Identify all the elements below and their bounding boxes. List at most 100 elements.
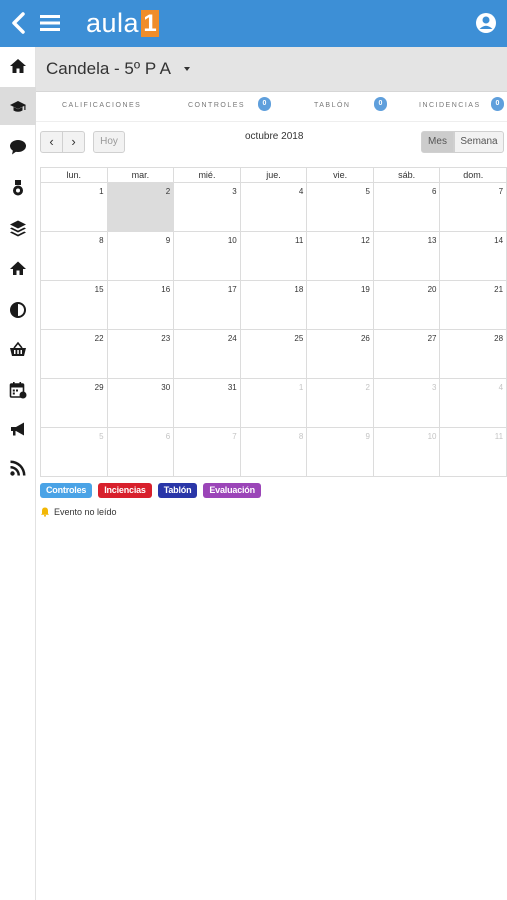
- unread-event-label: Evento no leído: [54, 507, 117, 517]
- megaphone-icon: [11, 422, 24, 436]
- calendar-day[interactable]: 14: [440, 232, 507, 280]
- calendar-day[interactable]: 30: [108, 379, 175, 427]
- student-name: Candela - 5º P A: [46, 59, 171, 78]
- calendar-day[interactable]: 3: [174, 183, 241, 231]
- tab-tablon[interactable]: TABLÓN: [314, 102, 351, 109]
- calendar-day[interactable]: 22: [41, 330, 108, 378]
- student-selector[interactable]: Candela - 5º P A: [36, 47, 507, 92]
- clock-icon: [10, 302, 26, 318]
- calendar-day-other-month[interactable]: 8: [241, 428, 308, 476]
- sidebar-item-subjects[interactable]: [0, 209, 36, 247]
- day-number: 6: [165, 432, 171, 441]
- unread-event-legend: Evento no leído: [40, 507, 117, 517]
- day-number: 11: [295, 236, 304, 245]
- calendar-week-row: 29 30 31 1 2 3 4: [40, 379, 507, 428]
- calendar-day-other-month[interactable]: 3: [374, 379, 441, 427]
- calendar-day[interactable]: 25: [241, 330, 308, 378]
- calendar-day[interactable]: 8: [41, 232, 108, 280]
- tab-calificaciones[interactable]: CALIFICACIONES: [62, 102, 141, 109]
- calendar-day[interactable]: 15: [41, 281, 108, 329]
- calendar-day[interactable]: 13: [374, 232, 441, 280]
- calendar-day[interactable]: 12: [307, 232, 374, 280]
- calendar-day-today[interactable]: 2: [107, 183, 175, 231]
- calendar-day[interactable]: 20: [374, 281, 441, 329]
- month-view-button[interactable]: Mes: [421, 131, 454, 153]
- next-month-button[interactable]: ›: [62, 131, 85, 153]
- weekday-label: mar.: [108, 168, 175, 182]
- calendar-day[interactable]: 26: [307, 330, 374, 378]
- calendar-day[interactable]: 7: [440, 183, 507, 231]
- calendar-day[interactable]: 29: [41, 379, 108, 427]
- calendar-day[interactable]: 21: [440, 281, 507, 329]
- user-account-icon[interactable]: [475, 12, 497, 34]
- calendar-day[interactable]: 28: [440, 330, 507, 378]
- calendar-day[interactable]: 11: [241, 232, 308, 280]
- home-icon: [10, 59, 26, 73]
- sidebar-item-canteen[interactable]: [0, 330, 36, 368]
- calendar-day[interactable]: 1: [41, 183, 108, 231]
- sidebar-item-schedule[interactable]: [0, 291, 36, 329]
- calendar-title: octubre 2018: [245, 131, 304, 142]
- calendar-day-other-month[interactable]: 10: [374, 428, 441, 476]
- day-number: 3: [232, 187, 237, 196]
- tab-controles[interactable]: CONTROLES: [188, 102, 245, 109]
- day-number: 9: [165, 236, 171, 245]
- day-number: 10: [227, 236, 237, 245]
- sidebar-item-feed[interactable]: [0, 449, 36, 487]
- calendar-day[interactable]: 18: [241, 281, 308, 329]
- calendar-day[interactable]: 31: [174, 379, 241, 427]
- calendar-day-other-month[interactable]: 2: [307, 379, 374, 427]
- back-arrow-icon[interactable]: [8, 9, 30, 37]
- week-view-button[interactable]: Semana: [454, 131, 504, 153]
- calendar-day[interactable]: 27: [374, 330, 441, 378]
- sidebar-item-home[interactable]: [0, 47, 36, 85]
- layers-icon: [10, 220, 26, 237]
- calendar-day[interactable]: 17: [174, 281, 241, 329]
- calendar-day[interactable]: 24: [174, 330, 241, 378]
- calendar-week-row: 5 6 7 8 9 10 11: [40, 428, 507, 477]
- previous-month-button[interactable]: ‹: [40, 131, 63, 153]
- day-number: 15: [94, 285, 104, 294]
- day-number: 5: [365, 187, 370, 196]
- day-number: 10: [427, 432, 437, 441]
- calendar-day[interactable]: 16: [108, 281, 175, 329]
- calendar-day-other-month[interactable]: 4: [440, 379, 507, 427]
- legend-tablon: Tablón: [157, 483, 198, 498]
- calendar-day[interactable]: 5: [307, 183, 374, 231]
- top-bar: aula 1: [0, 0, 507, 47]
- tab-incidencias[interactable]: INCIDENCIAS: [419, 102, 481, 109]
- day-number: 13: [427, 236, 437, 245]
- calendar-day[interactable]: 4: [241, 183, 308, 231]
- day-number: 30: [161, 383, 171, 392]
- calendar-day-other-month[interactable]: 5: [41, 428, 108, 476]
- weekday-label: lun.: [41, 168, 108, 182]
- day-number: 22: [94, 334, 104, 343]
- calendar-day[interactable]: 23: [108, 330, 175, 378]
- calendar-day-other-month[interactable]: 7: [174, 428, 241, 476]
- weekday-label: mié.: [174, 168, 241, 182]
- today-button[interactable]: Hoy: [93, 131, 125, 153]
- day-number: 28: [494, 334, 504, 343]
- sidebar-item-grades[interactable]: [0, 87, 36, 125]
- calendar-day[interactable]: 6: [374, 183, 441, 231]
- calendar-day[interactable]: 19: [307, 281, 374, 329]
- menu-icon[interactable]: [40, 13, 60, 33]
- day-number: 31: [227, 383, 237, 392]
- sidebar-item-messages[interactable]: [0, 128, 36, 166]
- calendar-day-other-month[interactable]: 11: [440, 428, 507, 476]
- sidebar-item-announcements[interactable]: [0, 410, 36, 448]
- calendar-day-other-month[interactable]: 6: [108, 428, 175, 476]
- sidebar-item-school[interactable]: [0, 249, 36, 287]
- app-logo[interactable]: aula 1: [86, 8, 160, 38]
- day-number: 26: [360, 334, 370, 343]
- calendar-day[interactable]: 9: [108, 232, 175, 280]
- day-number: 7: [232, 432, 237, 441]
- sidebar-item-calendar[interactable]: [0, 371, 36, 409]
- basket-icon: [10, 341, 26, 356]
- calendar-day-other-month[interactable]: 9: [307, 428, 374, 476]
- calendar-day[interactable]: 10: [174, 232, 241, 280]
- day-number: 14: [494, 236, 504, 245]
- calendar-day-other-month[interactable]: 1: [241, 379, 308, 427]
- logo-number: 1: [141, 9, 160, 37]
- sidebar-item-awards[interactable]: [0, 169, 36, 207]
